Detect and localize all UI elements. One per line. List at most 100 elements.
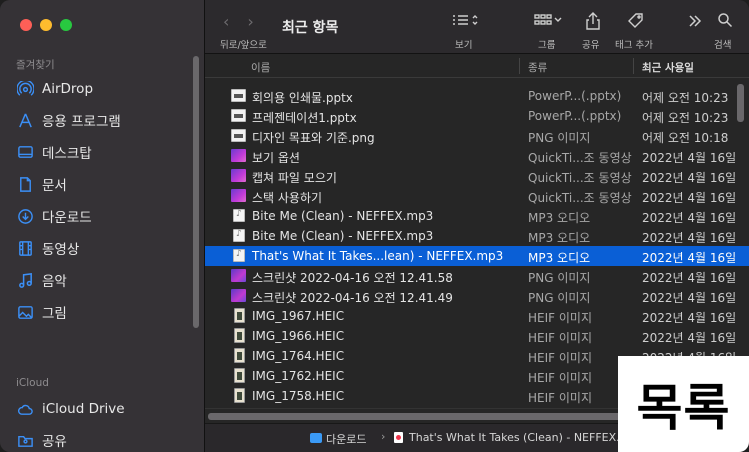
file-row[interactable]: Bite Me (Clean) - NEFFEX.mp3 MP3 오디오 2022년… [205, 206, 749, 226]
file-kind: PowerP...(.pptx) [528, 89, 622, 103]
view-list-icon[interactable] [451, 12, 481, 28]
sidebar-item-airdrop[interactable]: AirDrop [16, 77, 191, 101]
share-icon[interactable] [585, 12, 601, 30]
file-row[interactable]: 스택 사용하기 QuickTi...조 동영상 2022년 4월 16일 [205, 186, 749, 206]
back-chevron-icon[interactable]: ‹ [223, 12, 229, 31]
photo-file-icon [234, 348, 245, 363]
vertical-scrollbar[interactable] [737, 84, 744, 122]
shared-folder-icon [16, 431, 34, 449]
more-chevrons-icon[interactable] [687, 13, 703, 29]
file-row[interactable]: IMG_1966.HEIC HEIF 이미지 2022년 4월 16일 [205, 326, 749, 346]
sidebar-item-label: iCloud Drive [42, 401, 125, 417]
caption-overlay: 목록 [618, 356, 749, 452]
minimize-button[interactable] [40, 19, 52, 31]
file-name: 스크린샷 2022-04-16 오전 12.41.58 [252, 271, 453, 285]
file-date: 2022년 4월 16일 [642, 291, 737, 305]
file-kind: MP3 오디오 [528, 251, 591, 265]
file-date: 2022년 4월 16일 [642, 231, 737, 245]
search-icon[interactable] [717, 12, 733, 28]
download-icon [16, 207, 34, 225]
file-date: 어제 오전 10:23 [642, 111, 729, 125]
sidebar-item-music[interactable]: 음악 [16, 268, 191, 292]
sidebar-item-applications[interactable]: 응용 프로그램 [16, 108, 191, 132]
screenshot-file-icon [231, 289, 246, 302]
photo-file-icon [234, 308, 245, 323]
file-row-selected[interactable]: That's What It Takes...lean) - NEFFEX.mp… [205, 246, 749, 266]
sidebar-item-desktop[interactable]: 데스크탑 [16, 140, 191, 164]
file-row[interactable]: 스크린샷 2022-04-16 오전 12.41.58 PNG 이미지 2022년 … [205, 266, 749, 286]
sidebar-item-label: 음악 [42, 274, 67, 290]
sidebar-item-label: 동영상 [42, 242, 80, 258]
file-date: 어제 오전 10:23 [642, 91, 729, 105]
movie-file-icon [231, 189, 246, 202]
search-label: 검색 [714, 40, 732, 51]
column-header-date[interactable]: 최근 사용일 [642, 60, 694, 75]
sidebar-item-label: 공유 [42, 434, 67, 450]
sidebar: 즐겨찾기 AirDrop 응용 프로그램 데스크탑 문서 다운로드 동영상 음악… [0, 0, 205, 452]
file-name: IMG_1966.HEIC [252, 329, 345, 343]
list-header: 이름 종류 최근 사용일 [205, 54, 749, 78]
music-icon [16, 271, 34, 289]
file-row[interactable]: 스크린샷 2022-04-16 오전 12.41.49 PNG 이미지 2022년 … [205, 286, 749, 306]
file-date: 2022년 4월 16일 [642, 311, 737, 325]
file-name: That's What It Takes...lean) - NEFFEX.mp… [252, 249, 504, 263]
forward-chevron-icon[interactable]: › [247, 12, 253, 31]
movie-file-icon [231, 149, 246, 162]
file-row[interactable]: IMG_1967.HEIC HEIF 이미지 2022년 4월 16일 [205, 306, 749, 326]
file-name: 캡쳐 파일 모으기 [252, 171, 337, 185]
sidebar-item-label: 응용 프로그램 [42, 114, 121, 130]
close-button[interactable] [20, 19, 32, 31]
window-controls [20, 19, 72, 31]
group-label: 그룹 [538, 40, 556, 51]
file-kind: PNG 이미지 [528, 131, 591, 145]
column-header-name[interactable]: 이름 [251, 60, 270, 75]
file-row[interactable]: 캡쳐 파일 모으기 QuickTi...조 동영상 2022년 4월 16일 [205, 166, 749, 186]
file-row[interactable]: 프레젠테이션1.pptx PowerP...(.pptx) 어제 오전 10:23 [205, 106, 749, 126]
file-date: 2022년 4월 16일 [642, 331, 737, 345]
file-kind: HEIF 이미지 [528, 391, 592, 405]
movie-file-icon [231, 169, 246, 182]
sidebar-item-downloads[interactable]: 다운로드 [16, 204, 191, 228]
sidebar-scrollbar[interactable] [193, 56, 199, 328]
file-name: IMG_1967.HEIC [252, 309, 345, 323]
toolbar: ‹ › 뒤로/앞으로 최근 항목 보기 그룹 공유 태그 추가 검색 [205, 0, 749, 54]
column-divider[interactable] [519, 58, 520, 74]
group-grid-icon[interactable] [533, 12, 563, 28]
view-label: 보기 [455, 40, 473, 51]
sidebar-item-movies[interactable]: 동영상 [16, 236, 191, 260]
sidebar-item-pictures[interactable]: 그림 [16, 300, 191, 324]
file-row[interactable]: 보기 옵션 QuickTi...조 동영상 2022년 4월 16일 [205, 146, 749, 166]
audio-file-icon [233, 229, 245, 242]
file-name: 스택 사용하기 [252, 191, 323, 205]
file-date: 어제 오전 10:18 [642, 131, 729, 145]
file-kind: HEIF 이미지 [528, 351, 592, 365]
caption-text: 목록 [636, 379, 731, 437]
zoom-button[interactable] [60, 19, 72, 31]
finder-window: 즐겨찾기 AirDrop 응용 프로그램 데스크탑 문서 다운로드 동영상 음악… [0, 0, 749, 452]
file-name: IMG_1758.HEIC [252, 389, 345, 403]
sidebar-item-label: AirDrop [42, 81, 94, 97]
sidebar-item-documents[interactable]: 문서 [16, 172, 191, 196]
file-kind: PNG 이미지 [528, 291, 591, 305]
movies-icon [16, 239, 34, 257]
screenshot-file-icon [231, 269, 246, 282]
file-kind: HEIF 이미지 [528, 371, 592, 385]
file-date: 2022년 4월 16일 [642, 211, 737, 225]
pictures-icon [16, 303, 34, 321]
path-file[interactable]: That's What It Takes (Clean) - NEFFEX.mp… [409, 431, 644, 444]
column-divider[interactable] [633, 58, 634, 74]
file-kind: HEIF 이미지 [528, 311, 592, 325]
file-row[interactable]: 회의용 인쇄물.pptx PowerP...(.pptx) 어제 오전 10:23 [205, 86, 749, 106]
applications-icon [16, 111, 34, 129]
audio-file-icon [233, 209, 245, 222]
column-header-kind[interactable]: 종류 [528, 60, 547, 75]
file-row[interactable]: 디자인 목표와 기준.png PNG 이미지 어제 오전 10:18 [205, 126, 749, 146]
file-date: 2022년 4월 16일 [642, 171, 737, 185]
file-kind: HEIF 이미지 [528, 331, 592, 345]
file-date: 2022년 4월 16일 [642, 251, 737, 265]
sidebar-item-shared[interactable]: 공유 [16, 428, 191, 452]
sidebar-item-icloud-drive[interactable]: iCloud Drive [16, 397, 191, 421]
file-row[interactable]: Bite Me (Clean) - NEFFEX.mp3 MP3 오디오 2022년… [205, 226, 749, 246]
tag-icon[interactable] [627, 12, 645, 30]
path-folder[interactable]: 다운로드 [326, 431, 366, 447]
